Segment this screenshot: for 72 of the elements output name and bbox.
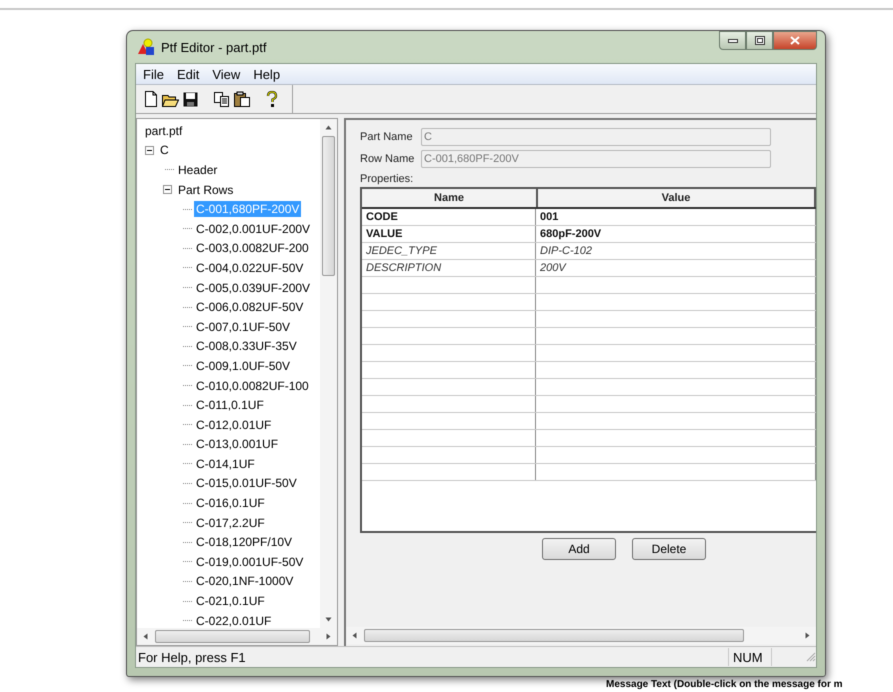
field-label: Part Name	[360, 131, 414, 143]
tree-item[interactable]: C-019,0.001UF-50V	[194, 554, 306, 570]
scroll-down-icon[interactable]	[325, 616, 332, 623]
message-header: Message Text (Double-click on the message for m	[606, 679, 843, 691]
tree-item[interactable]: C-006,0.082UF-50V	[194, 299, 306, 316]
tree-item[interactable]: Header	[176, 162, 220, 178]
tree-item[interactable]: C-010,0.0082UF-100	[194, 378, 311, 394]
status-text: For Help, press F1	[137, 650, 247, 664]
table-cell: CODE	[362, 209, 536, 225]
menu-item[interactable]: Edit	[172, 66, 204, 82]
new-file-button[interactable]	[142, 88, 160, 110]
maximize-button[interactable]	[746, 31, 773, 50]
tree-item[interactable]: C-012,0.01UF	[194, 416, 274, 433]
table-cell: 680pF-200V	[536, 226, 816, 242]
horizontal-scrollbar[interactable]	[137, 628, 337, 645]
table-cell: DESCRIPTION	[362, 260, 536, 276]
vertical-scrollbar[interactable]	[320, 119, 337, 628]
tree-item[interactable]: C-009,1.0UF-50V	[194, 358, 292, 374]
column-header[interactable]: Value	[538, 189, 816, 207]
scroll-left-icon[interactable]	[142, 633, 149, 640]
tree-item[interactable]: C-022,0.01UF	[194, 612, 274, 628]
table-cell: VALUE	[362, 226, 536, 242]
action-button[interactable]: Delete	[632, 538, 706, 560]
status-indicator: NUM	[728, 648, 771, 666]
tree-item[interactable]: C-003,0.0082UF-200	[194, 240, 311, 256]
tree-item[interactable]: C-008,0.33UF-35V	[194, 338, 299, 354]
tree-item[interactable]: part.ptf	[143, 122, 184, 139]
minimize-button[interactable]	[719, 31, 746, 50]
table-cell: DIP-C-102	[536, 243, 816, 259]
tree-item[interactable]: C-015,0.01UF-50V	[194, 475, 299, 492]
minimize-icon	[728, 38, 738, 42]
table-cell: JEDEC_TYPE	[362, 243, 536, 259]
tree-item[interactable]: C	[158, 142, 171, 158]
window-title: Ptf Editor - part.ptf	[161, 40, 266, 54]
field-label: Row Name	[360, 153, 416, 165]
maximize-icon	[754, 36, 764, 45]
scroll-right-icon[interactable]	[325, 633, 332, 640]
table-cell: 200V	[536, 260, 816, 276]
close-button[interactable]	[773, 31, 817, 50]
column-header[interactable]: Name	[362, 189, 538, 207]
help-button[interactable]	[264, 88, 280, 110]
tree-item[interactable]: C-007,0.1UF-50V	[194, 318, 292, 335]
scroll-right-icon[interactable]	[804, 632, 811, 639]
scroll-up-icon[interactable]	[325, 124, 332, 131]
tree-item[interactable]: C-021,0.1UF	[194, 593, 267, 610]
menu-item[interactable]: File	[138, 66, 169, 82]
tree-item[interactable]: C-017,2.2UF	[194, 514, 267, 531]
tree-item[interactable]: C-002,0.001UF-200V	[194, 220, 312, 237]
properties-label: Properties:	[360, 173, 414, 185]
tree-item[interactable]: C-005,0.039UF-200V	[194, 280, 312, 296]
collapse-icon[interactable]	[145, 146, 154, 155]
menu-item[interactable]: Help	[248, 66, 286, 82]
scroll-left-icon[interactable]	[351, 632, 358, 639]
close-icon	[790, 36, 800, 45]
collapse-icon[interactable]	[163, 185, 172, 194]
tree-item[interactable]: C-018,120PF/10V	[194, 534, 294, 550]
scroll-thumb[interactable]	[364, 629, 744, 642]
horizontal-scrollbar[interactable]	[346, 627, 816, 644]
tree-item[interactable]: C-004,0.022UF-50V	[194, 260, 306, 276]
tree-item[interactable]: C-016,0.1UF	[194, 495, 267, 512]
app-icon	[137, 38, 155, 56]
resize-grip-icon	[806, 652, 816, 662]
tree-item[interactable]: C-014,1UF	[194, 456, 257, 472]
menu-item[interactable]: View	[207, 66, 246, 82]
scroll-thumb[interactable]	[155, 630, 310, 643]
tree-item[interactable]: C-011,0.1UF	[194, 397, 266, 414]
tree-item[interactable]: C-020,1NF-1000V	[194, 573, 296, 590]
scroll-thumb[interactable]	[322, 136, 335, 276]
table-cell: 001	[536, 209, 816, 225]
tree-item[interactable]: Part Rows	[176, 182, 236, 198]
action-button[interactable]: Add	[542, 538, 616, 560]
tree-item[interactable]: C-013,0.001UF	[194, 436, 280, 452]
